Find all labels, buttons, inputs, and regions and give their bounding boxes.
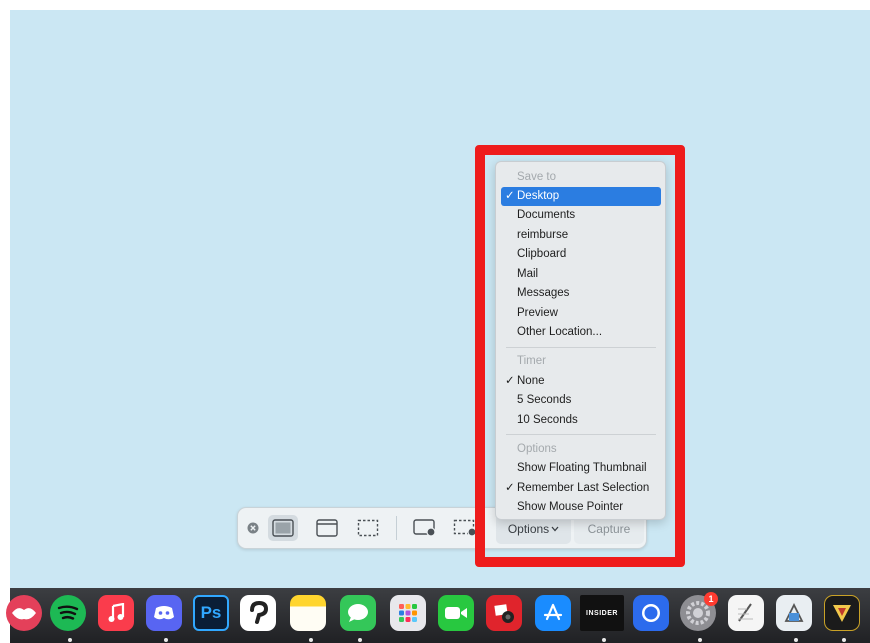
textedit-icon[interactable]: [728, 595, 764, 631]
music-icon[interactable]: [98, 595, 134, 631]
system-preferences-icon[interactable]: 1: [680, 592, 718, 631]
insider-icon[interactable]: INSIDER: [580, 595, 624, 631]
selection-icon: [357, 519, 379, 537]
menu-separator: [506, 347, 656, 348]
menu-item-timer-10-seconds[interactable]: 10 Seconds: [501, 411, 661, 430]
entire-screen-icon: [272, 519, 294, 537]
close-icon: [247, 522, 259, 534]
record-screen-icon: [413, 519, 436, 537]
menu-item-messages[interactable]: Messages: [501, 284, 661, 303]
menu-item-reimburse[interactable]: reimburse: [501, 226, 661, 245]
menu-item-show-floating-thumbnail[interactable]: Show Floating Thumbnail: [501, 459, 661, 478]
signal-icon[interactable]: [633, 595, 669, 631]
preview-icon[interactable]: [776, 595, 812, 631]
checkmark-icon: ✓: [505, 482, 515, 494]
close-button[interactable]: [242, 515, 264, 541]
dock-running-indicator: [842, 638, 846, 642]
discord-icon[interactable]: [146, 595, 182, 631]
window-icon: [316, 519, 338, 537]
dock-running-indicator: [698, 638, 702, 642]
notes-icon[interactable]: [290, 595, 326, 631]
spotify-icon[interactable]: [50, 595, 86, 631]
notification-badge: 1: [704, 592, 718, 606]
photoshop-icon[interactable]: Ps: [193, 595, 229, 631]
capture-entire-screen-button[interactable]: [268, 515, 298, 541]
menu-item-timer-none[interactable]: ✓ None: [501, 372, 661, 391]
toolbar-divider: [396, 516, 397, 540]
checkmark-icon: ✓: [505, 375, 515, 387]
dock-running-indicator: [164, 638, 168, 642]
menu-item-label: Remember Last Selection: [517, 482, 650, 494]
menu-item-documents[interactable]: Documents: [501, 206, 661, 225]
record-entire-screen-button[interactable]: [410, 515, 440, 541]
menu-header-options: Options: [517, 443, 557, 455]
menu-item-clipboard[interactable]: Clipboard: [501, 245, 661, 264]
dock-running-indicator: [358, 638, 362, 642]
checkmark-icon: ✓: [505, 190, 515, 202]
capture-window-button[interactable]: [312, 515, 342, 541]
menu-item-mail[interactable]: Mail: [501, 265, 661, 284]
dock-running-indicator: [794, 638, 798, 642]
menu-item-show-mouse-pointer[interactable]: Show Mouse Pointer: [501, 498, 661, 517]
options-menu: Save to ✓ Desktop Documents reimburse Cl…: [495, 161, 666, 520]
menu-header-timer: Timer: [517, 355, 546, 367]
dock-running-indicator: [68, 638, 72, 642]
photo-booth-icon[interactable]: [486, 595, 522, 631]
game-icon[interactable]: [824, 595, 860, 631]
menu-header-save-to: Save to: [517, 171, 556, 183]
menu-item-preview[interactable]: Preview: [501, 304, 661, 323]
messages-icon[interactable]: [340, 595, 376, 631]
insider-label: INSIDER: [586, 609, 618, 617]
launchpad-icon[interactable]: [390, 595, 426, 631]
facetime-icon[interactable]: [438, 595, 474, 631]
menu-item-label: None: [517, 375, 545, 387]
menu-separator: [506, 434, 656, 435]
menu-item-timer-5-seconds[interactable]: 5 Seconds: [501, 391, 661, 410]
app-store-icon[interactable]: [535, 595, 571, 631]
record-selection-icon: [453, 519, 477, 537]
dock-running-indicator: [309, 638, 313, 642]
clip-studio-icon[interactable]: [240, 595, 276, 631]
photoshop-label: Ps: [200, 603, 222, 622]
capture-selection-button[interactable]: [353, 515, 383, 541]
menu-item-desktop[interactable]: ✓ Desktop: [501, 187, 661, 206]
desktop-background: [10, 10, 870, 588]
menu-item-label: Desktop: [517, 190, 560, 202]
lips-app-icon[interactable]: [6, 595, 42, 631]
menu-item-remember-last-selection[interactable]: ✓ Remember Last Selection: [501, 479, 661, 498]
menu-item-other-location[interactable]: Other Location...: [501, 323, 661, 342]
dock-running-indicator: [602, 638, 606, 642]
